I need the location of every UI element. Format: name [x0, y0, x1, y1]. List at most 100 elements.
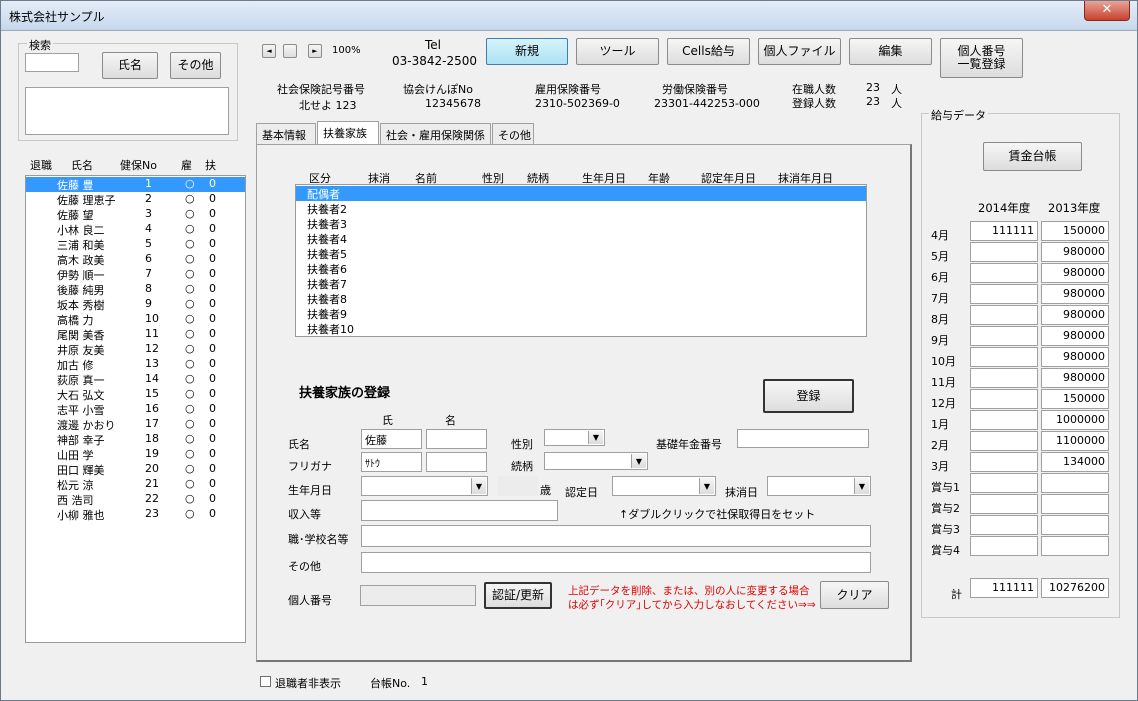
wage-ledger-button[interactable]: 賃金台帳 [983, 142, 1082, 171]
salary-cell-2013[interactable]: 980000 [1041, 326, 1109, 346]
employee-row[interactable]: 伊勢 順一 7 ○ 0 [26, 267, 245, 282]
employee-row[interactable]: 高橋 力 10 ○ 0 [26, 312, 245, 327]
dependent-row[interactable]: 扶養者6 [296, 261, 866, 276]
salary-cell-2013[interactable]: 1100000 [1041, 431, 1109, 451]
kana-sei-input[interactable]: ｻﾄｳ [361, 452, 422, 472]
dependent-row[interactable]: 扶養者3 [296, 216, 866, 231]
salary-cell-2014[interactable] [970, 284, 1038, 304]
employee-row[interactable]: 山田 学 19 ○ 0 [26, 447, 245, 462]
mynumber-list-button[interactable]: 個人番号 一覧登録 [940, 38, 1023, 78]
employee-row[interactable]: 西 浩司 22 ○ 0 [26, 492, 245, 507]
employee-row[interactable]: 佐藤 豊 1 ○ 0 [26, 177, 245, 192]
dependent-row[interactable]: 扶養者5 [296, 246, 866, 261]
search-name-button[interactable]: 氏名 [102, 52, 158, 79]
salary-cell-2014[interactable] [970, 473, 1038, 493]
dependent-row[interactable]: 扶養者10 [296, 321, 866, 336]
dependent-row[interactable]: 配偶者 [296, 186, 866, 201]
auth-update-button[interactable]: 認証/更新 [484, 582, 552, 609]
employee-row[interactable]: 高木 政美 6 ○ 0 [26, 252, 245, 267]
salary-cell-2014[interactable] [970, 326, 1038, 346]
search-input[interactable] [25, 53, 79, 72]
salary-cell-2013[interactable]: 980000 [1041, 305, 1109, 325]
salary-cell-2013[interactable]: 980000 [1041, 368, 1109, 388]
pension-input[interactable] [737, 429, 869, 448]
employee-row[interactable]: 志平 小雪 16 ○ 0 [26, 402, 245, 417]
salary-cell-2014[interactable] [970, 347, 1038, 367]
register-button[interactable]: 登録 [763, 379, 854, 413]
salary-cell-2014[interactable] [970, 515, 1038, 535]
salary-cell-2013[interactable]: 150000 [1041, 389, 1109, 409]
clear-button[interactable]: クリア [820, 581, 889, 609]
employee-row[interactable]: 後藤 純男 8 ○ 0 [26, 282, 245, 297]
salary-cell-2014[interactable] [970, 410, 1038, 430]
employee-row[interactable]: 渡邊 かおり 17 ○ 0 [26, 417, 245, 432]
school-input[interactable] [361, 525, 871, 547]
salary-cell-2014[interactable] [970, 263, 1038, 283]
salary-cell-2013[interactable]: 134000 [1041, 452, 1109, 472]
salary-cell-2014[interactable] [970, 242, 1038, 262]
salary-cell-2013[interactable] [1041, 515, 1109, 535]
salary-cell-2013[interactable]: 980000 [1041, 242, 1109, 262]
dependents-list[interactable]: 配偶者 扶養者2 扶養者3 扶養者4 扶養者5 扶養者6 扶養者7 扶養者8 扶養者9 扶養者10 [295, 184, 867, 337]
employee-row[interactable]: 井原 友美 12 ○ 0 [26, 342, 245, 357]
salary-cell-2014[interactable] [970, 494, 1038, 514]
employee-row[interactable]: 小林 良二 4 ○ 0 [26, 222, 245, 237]
close-button[interactable]: ✕ [1084, 1, 1130, 21]
employee-row[interactable]: 尾関 美香 11 ○ 0 [26, 327, 245, 342]
employee-row[interactable]: 田口 輝美 20 ○ 0 [26, 462, 245, 477]
search-result-box[interactable] [25, 87, 229, 135]
salary-cell-2014[interactable] [970, 536, 1038, 556]
employee-list[interactable]: 佐藤 豊 1 ○ 0 佐藤 理恵子 2 ○ 0 佐藤 望 3 ○ 0 小林 良二 4 ○ 0 三浦 和美 5 ○ 0 高… [25, 175, 246, 643]
salary-cell-2014[interactable] [970, 305, 1038, 325]
salary-cell-2013[interactable] [1041, 536, 1109, 556]
employee-row[interactable]: 大石 弘文 15 ○ 0 [26, 387, 245, 402]
dependent-row[interactable]: 扶養者8 [296, 291, 866, 306]
employee-row[interactable]: 加古 修 13 ○ 0 [26, 357, 245, 372]
salary-cell-2014[interactable] [970, 368, 1038, 388]
employee-row[interactable]: 小柳 雅也 23 ○ 0 [26, 507, 245, 522]
employee-row[interactable]: 坂本 秀樹 9 ○ 0 [26, 297, 245, 312]
salary-cell-2013[interactable]: 1000000 [1041, 410, 1109, 430]
new-button[interactable]: 新規 [486, 38, 568, 65]
employee-row[interactable]: 松元 涼 21 ○ 0 [26, 477, 245, 492]
nav-next-button[interactable]: ► [308, 44, 322, 58]
name-mei-input[interactable] [426, 429, 487, 449]
birth-select[interactable]: ▼ [361, 476, 488, 496]
search-other-button[interactable]: その他 [170, 52, 221, 79]
name-sei-input[interactable]: 佐藤 [361, 429, 422, 449]
salary-cell-2013[interactable] [1041, 494, 1109, 514]
employee-row[interactable]: 神部 幸子 18 ○ 0 [26, 432, 245, 447]
salary-cell-2013[interactable]: 980000 [1041, 347, 1109, 367]
dependent-row[interactable]: 扶養者9 [296, 306, 866, 321]
salary-cell-2013[interactable]: 150000 [1041, 221, 1109, 241]
employee-row[interactable]: 荻原 真一 14 ○ 0 [26, 372, 245, 387]
salary-cell-2014[interactable] [970, 431, 1038, 451]
salary-cell-2014[interactable] [970, 452, 1038, 472]
kana-mei-input[interactable] [426, 452, 487, 472]
cells-payroll-button[interactable]: Cells給与 [667, 38, 750, 65]
salary-cell-2013[interactable]: 980000 [1041, 263, 1109, 283]
salary-cell-2014[interactable]: 111111 [970, 221, 1038, 241]
salary-cell-2014[interactable] [970, 389, 1038, 409]
nav-first-button[interactable]: ◄ [262, 44, 276, 58]
employee-row[interactable]: 三浦 和美 5 ○ 0 [26, 237, 245, 252]
nintei-select[interactable]: ▼ [612, 476, 716, 496]
salary-cell-2013[interactable]: 980000 [1041, 284, 1109, 304]
dependent-row[interactable]: 扶養者7 [296, 276, 866, 291]
other-input[interactable] [361, 552, 871, 573]
edit-button[interactable]: 編集 [849, 38, 932, 65]
nav-scroll-thumb[interactable] [283, 44, 297, 58]
tab-basic-info[interactable]: 基本情報 [256, 123, 316, 144]
employee-row[interactable]: 佐藤 理恵子 2 ○ 0 [26, 192, 245, 207]
income-input[interactable] [361, 500, 558, 521]
hide-retired-checkbox[interactable] [260, 676, 271, 687]
employee-row[interactable]: 佐藤 望 3 ○ 0 [26, 207, 245, 222]
relation-select[interactable]: ▼ [544, 452, 648, 470]
dependent-row[interactable]: 扶養者4 [296, 231, 866, 246]
tab-insurance[interactable]: 社会・雇用保険関係 [380, 123, 491, 144]
tab-dependents[interactable]: 扶養家族 [317, 121, 379, 144]
gender-select[interactable]: ▼ [544, 429, 605, 446]
dependent-row[interactable]: 扶養者2 [296, 201, 866, 216]
tool-button[interactable]: ツール [576, 38, 659, 65]
masshou-select[interactable]: ▼ [767, 476, 871, 496]
